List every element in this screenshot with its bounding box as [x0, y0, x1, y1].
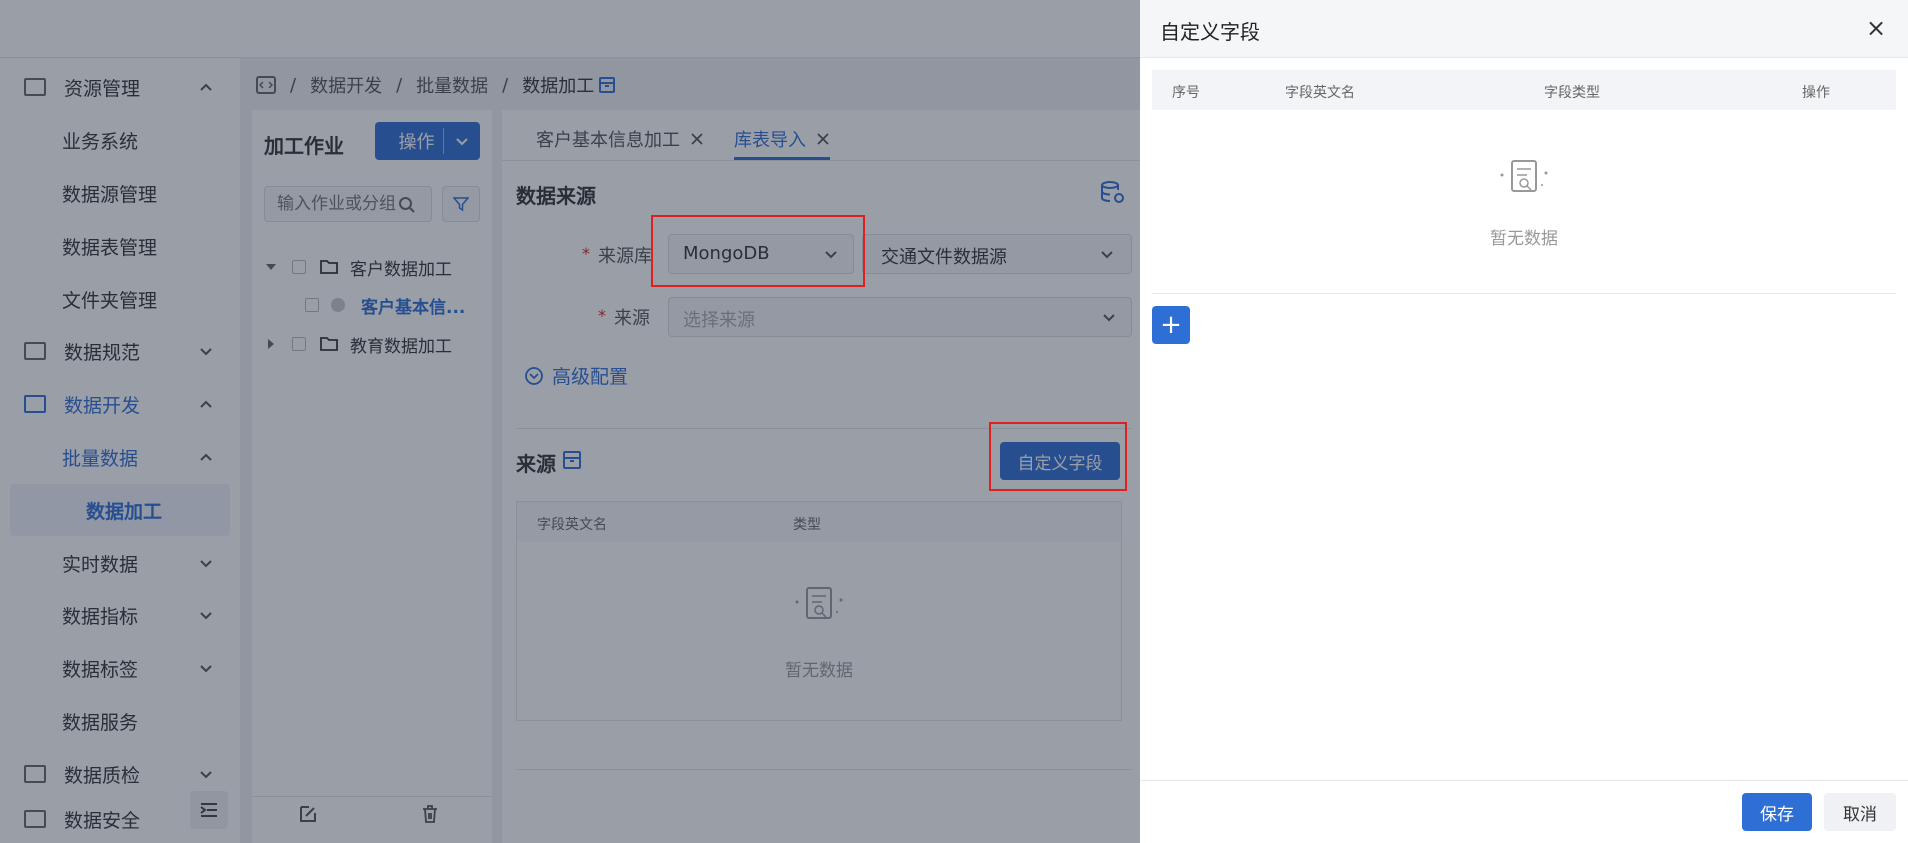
- highlight-box-custom-fields: [989, 422, 1127, 491]
- divider: [1140, 780, 1908, 781]
- highlight-box-source-db: [651, 215, 865, 287]
- add-field-button[interactable]: +: [1152, 306, 1190, 344]
- close-icon[interactable]: ×: [1866, 14, 1886, 42]
- empty-text: 暂无数据: [1490, 229, 1558, 249]
- drawer-table-header: [1152, 70, 1896, 110]
- save-button[interactable]: 保存: [1742, 793, 1812, 831]
- modal-overlay[interactable]: [0, 0, 1140, 843]
- custom-fields-drawer: 自定义字段 × 序号 字段英文名 字段类型 操作 暂无数据 + 保存 取消: [1140, 0, 1908, 843]
- drawer-title: 自定义字段: [1160, 20, 1260, 44]
- cancel-button[interactable]: 取消: [1824, 793, 1896, 831]
- divider: [1152, 293, 1896, 294]
- empty-data-icon: [1500, 160, 1548, 192]
